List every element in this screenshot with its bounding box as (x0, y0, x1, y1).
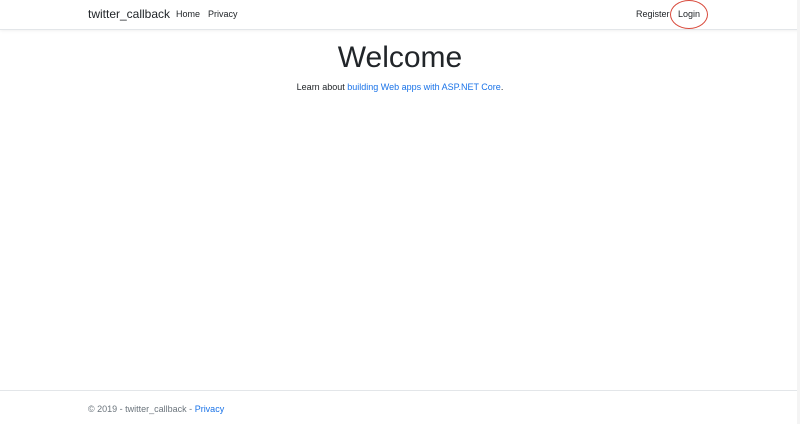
page-title: Welcome (337, 41, 463, 74)
nav-privacy-link[interactable]: Privacy (208, 9, 238, 19)
nav-home-link[interactable]: Home (176, 9, 200, 19)
nav-login-link[interactable]: Login (678, 9, 700, 19)
footer-copyright: © 2019 - twitter_callback - (88, 404, 195, 414)
top-navbar: twitter_callback Home Privacy Register L… (0, 0, 800, 30)
aspnet-docs-link[interactable]: building Web apps with ASP.NET Core (347, 82, 501, 92)
page: twitter_callback Home Privacy Register L… (0, 0, 800, 424)
footer-text: © 2019 - twitter_callback - Privacy (88, 404, 224, 414)
lead-prefix: Learn about (296, 82, 348, 92)
footer: © 2019 - twitter_callback - Privacy (0, 390, 800, 424)
lead-suffix: . (500, 82, 504, 92)
brand-link[interactable]: twitter_callback (88, 7, 170, 21)
footer-privacy-link[interactable]: Privacy (195, 404, 225, 414)
main-content: Welcome Learn about building Web apps wi… (0, 30, 800, 390)
nav-register-link[interactable]: Register (636, 9, 670, 19)
lead-text: Learn about building Web apps with ASP.N… (0, 82, 800, 92)
